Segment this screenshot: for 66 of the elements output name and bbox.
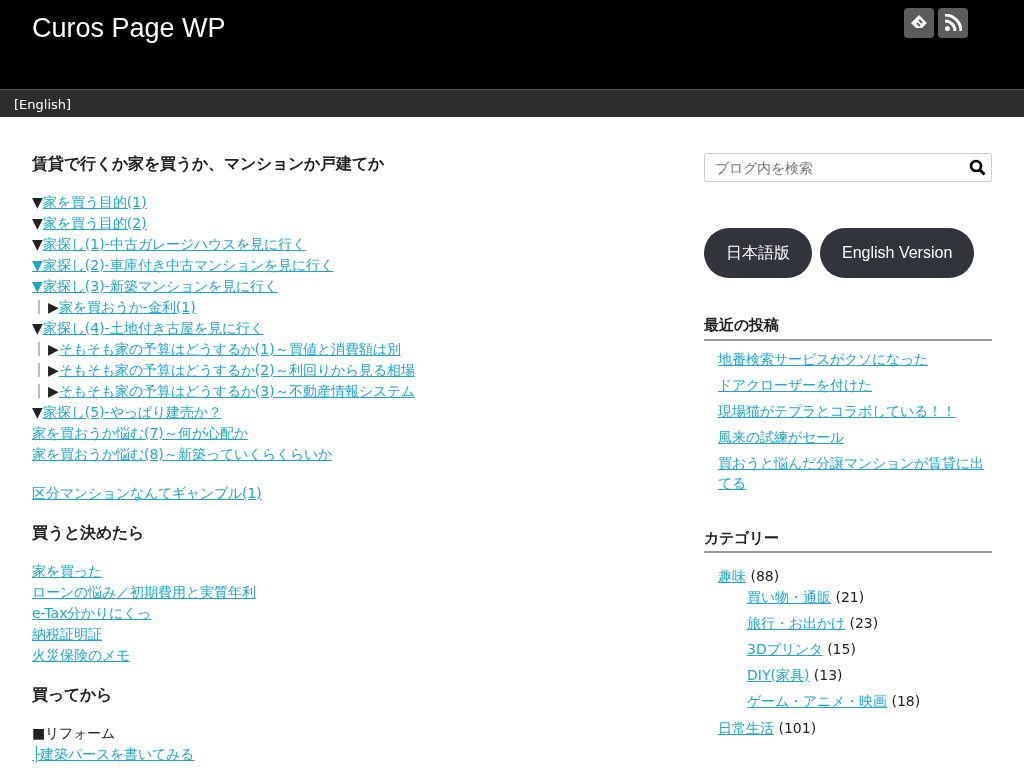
- tree-line: [38, 342, 40, 356]
- post-link[interactable]: 買おうと悩んだ分譲マンションが賃貸に出てる: [718, 452, 992, 493]
- article-link[interactable]: 家を買った: [32, 563, 102, 579]
- section-heading: 賃貸で行くか家を買うか、マンションか戸建てか: [32, 154, 385, 175]
- post-count: (101): [777, 720, 817, 736]
- widget-title: 最近の投稿: [704, 314, 992, 341]
- search-field[interactable]: ブログ内を検索: [704, 153, 992, 182]
- site-title[interactable]: Curos Page WP: [32, 8, 226, 49]
- article-link[interactable]: ▼家探し(3)-新築マンションを見に行く: [32, 278, 278, 294]
- post-link[interactable]: 現場猫がテプラとコラボしている！！: [718, 400, 956, 421]
- article-link[interactable]: 家探し(1)-中古ガレージハウスを見に行く: [42, 236, 306, 252]
- category-link[interactable]: DIY(家具): [747, 667, 810, 683]
- nav-link[interactable]: [English]: [14, 97, 72, 112]
- category-link[interactable]: ゲーム・アニメ・映画: [747, 693, 887, 709]
- triangle-icon: ▼: [32, 236, 43, 252]
- section-heading: 買うと決めたら: [32, 523, 145, 544]
- triangle-icon: ▶: [48, 299, 59, 315]
- triangle-icon: ▼: [32, 320, 43, 336]
- post-link[interactable]: 地番検索サービスがクソになった: [718, 348, 928, 369]
- language-button[interactable]: 日本語版: [704, 228, 812, 278]
- article-link[interactable]: 納税証明証: [32, 626, 102, 642]
- tree-line: [38, 384, 40, 398]
- category-link[interactable]: 日常生活: [718, 720, 774, 736]
- article-link[interactable]: そもそも家の予算はどうするか(1)～買値と消費額は別: [58, 341, 401, 357]
- article-link[interactable]: 家を買おうか悩む(7)～何が心配か: [32, 425, 248, 441]
- triangle-icon: ▼: [32, 404, 43, 420]
- section-heading: 買ってから: [32, 685, 113, 706]
- category-link[interactable]: 買い物・通販: [747, 589, 831, 605]
- category-link[interactable]: 趣味: [718, 568, 746, 584]
- article-link[interactable]: 家を買う目的(1): [42, 194, 147, 210]
- post-count: (21): [834, 589, 865, 605]
- language-button[interactable]: English Version: [820, 228, 975, 278]
- category-link[interactable]: 旅行・お出かけ: [747, 615, 845, 631]
- article-link[interactable]: e-Tax分かりにくっ: [32, 605, 152, 621]
- post-count: (15): [826, 641, 856, 657]
- article-link[interactable]: 家探し(5)-やっぱり建売か？: [42, 404, 222, 420]
- search-icon[interactable]: [969, 159, 986, 176]
- article-link[interactable]: そもそも家の予算はどうするか(3)～不動産情報システム: [58, 383, 415, 399]
- article-link[interactable]: 家を買う目的(2): [42, 215, 147, 231]
- post-link[interactable]: 風来の試練がセール: [718, 426, 844, 447]
- tree-line: [38, 300, 40, 314]
- triangle-icon: ▶: [48, 341, 59, 357]
- article-link[interactable]: ▼家探し(2)-車庫付き中古マンションを見に行く: [32, 257, 334, 273]
- article-link[interactable]: ローンの悩み／初期費用と実質年利: [32, 584, 256, 600]
- rss-icon[interactable]: [938, 8, 968, 38]
- post-count: (88): [749, 568, 780, 584]
- article-link[interactable]: ├建築パースを書いてみる: [32, 746, 195, 762]
- post-count: (13): [812, 667, 843, 683]
- triangle-icon: ▼: [32, 215, 43, 231]
- article-link[interactable]: 火災保険のメモ: [32, 647, 130, 663]
- triangle-icon: ▶: [48, 362, 59, 378]
- post-count: (18): [890, 693, 921, 709]
- article-link[interactable]: 家探し(4)-土地付き古屋を見に行く: [42, 320, 264, 336]
- triangle-icon: ▶: [48, 383, 59, 399]
- post-count: (23): [848, 615, 879, 631]
- article-link[interactable]: 家を買おうか-金利(1): [58, 299, 196, 315]
- widget-title: カテゴリー: [704, 526, 992, 553]
- article-link[interactable]: 区分マンションなんてギャンブル(1): [32, 485, 262, 501]
- article-link[interactable]: そもそも家の予算はどうするか(2)～利回りから見る相場: [58, 362, 415, 378]
- tree-line: [38, 363, 40, 377]
- article-link[interactable]: 家を買おうか悩む(8)～新築っていくらくらいか: [32, 446, 332, 462]
- category-link[interactable]: 3Dプリンタ: [747, 641, 823, 657]
- list-label: ■リフォーム: [32, 725, 116, 741]
- post-link[interactable]: ドアクローザーを付けた: [718, 374, 872, 395]
- feed-icon[interactable]: [904, 8, 934, 38]
- triangle-icon: ▼: [32, 194, 43, 210]
